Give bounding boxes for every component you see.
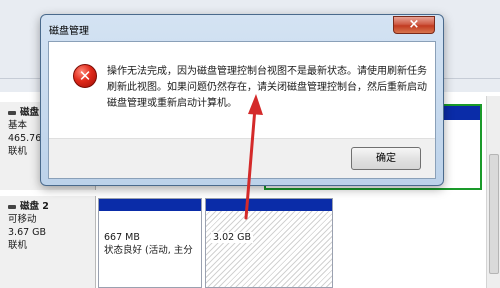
scrollbar-thumb[interactable] [489,154,499,274]
disk-name: 磁盘 2 [20,201,49,212]
dialog-content: ✕ 操作无法完成，因为磁盘管理控制台视图不是最新状态。请使用刷新任务刷新此视图。… [48,41,436,179]
partition-bar [99,199,201,211]
disk-icon [8,204,16,209]
vertical-scrollbar[interactable] [486,96,500,288]
partition-unallocated[interactable]: 3.02 GB [205,198,333,288]
error-message: 操作无法完成，因为磁盘管理控制台视图不是最新状态。请使用刷新任务刷新此视图。如果… [107,66,427,109]
partition-size: 667 MB [104,232,140,243]
disk-status: 联机 [8,240,28,251]
disk-type: 可移动 [8,214,37,225]
dialog-footer: 确定 [49,138,435,178]
error-icon: ✕ [73,64,97,88]
partition-667mb[interactable]: 667 MB 状态良好 (活动, 主分 [98,198,202,288]
ok-button[interactable]: 确定 [351,147,421,170]
partition-size: 3.02 GB [211,232,254,243]
error-dialog: 磁盘管理 × ✕ 操作无法完成，因为磁盘管理控制台视图不是最新状态。请使用刷新任… [40,14,444,186]
dialog-title: 磁盘管理 [49,26,89,37]
disk-name: 磁盘 [20,107,40,118]
partition-status: 状态良好 (活动, 主分 [104,245,193,256]
disk-icon [8,110,16,115]
disk-size: 3.67 GB [8,227,47,238]
disk-2-label[interactable]: 磁盘 2 可移动 3.67 GB 联机 [0,196,96,288]
partition-bar [206,199,332,211]
close-button[interactable]: × [393,16,435,34]
